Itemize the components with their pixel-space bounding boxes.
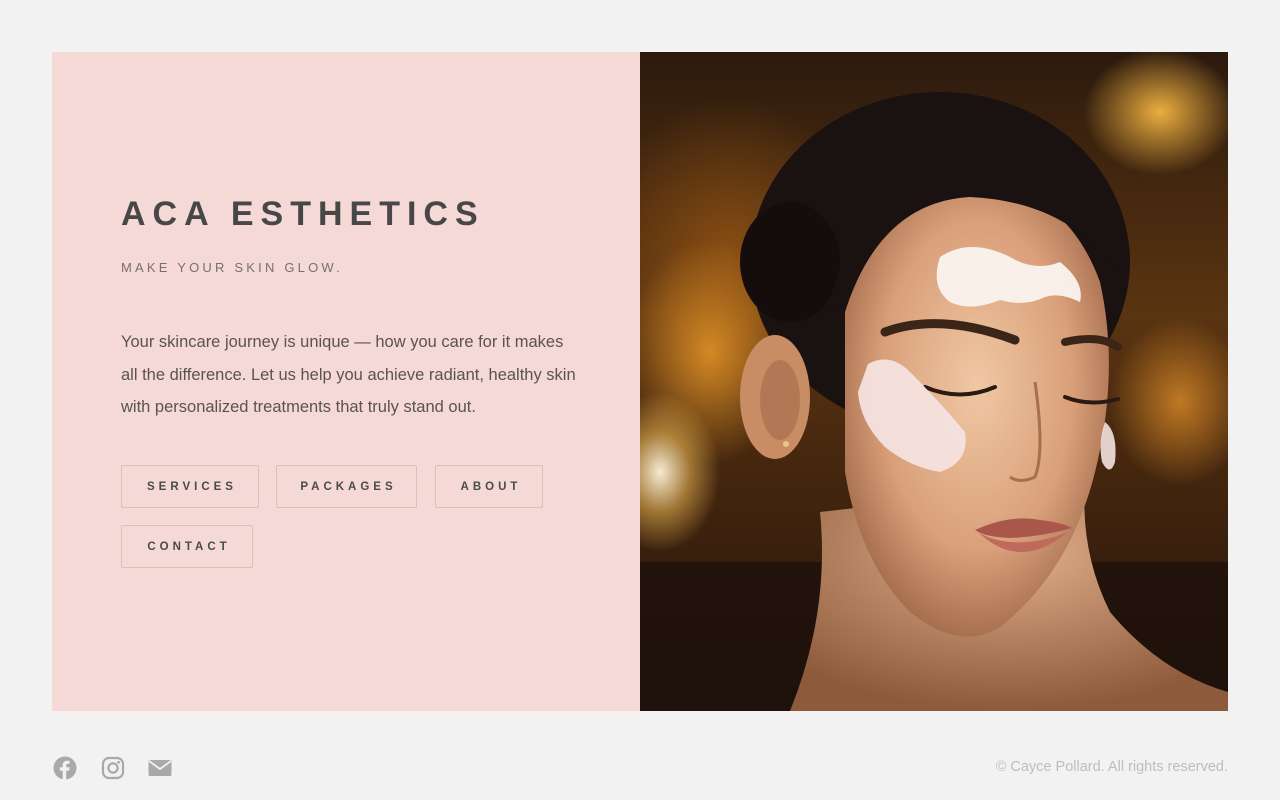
about-button[interactable]: ABOUT bbox=[435, 465, 543, 508]
woman-face-illustration bbox=[640, 92, 1228, 711]
hero-card: ACA ESTHETICS MAKE YOUR SKIN GLOW. Your … bbox=[52, 52, 1228, 711]
tagline: MAKE YOUR SKIN GLOW. bbox=[121, 260, 343, 275]
facebook-icon[interactable] bbox=[53, 756, 77, 780]
hero-text-panel: ACA ESTHETICS MAKE YOUR SKIN GLOW. Your … bbox=[52, 52, 640, 711]
hero-photo bbox=[640, 52, 1228, 711]
mail-icon[interactable] bbox=[148, 756, 172, 780]
instagram-icon[interactable] bbox=[101, 756, 125, 780]
services-button[interactable]: SERVICES bbox=[121, 465, 259, 508]
packages-button[interactable]: PACKAGES bbox=[276, 465, 417, 508]
copyright-text: © Cayce Pollard. All rights reserved. bbox=[995, 759, 1228, 775]
intro-paragraph: Your skincare journey is unique — how yo… bbox=[121, 333, 576, 416]
brand-title: ACA ESTHETICS bbox=[121, 195, 485, 233]
contact-button[interactable]: CONTACT bbox=[121, 525, 253, 568]
